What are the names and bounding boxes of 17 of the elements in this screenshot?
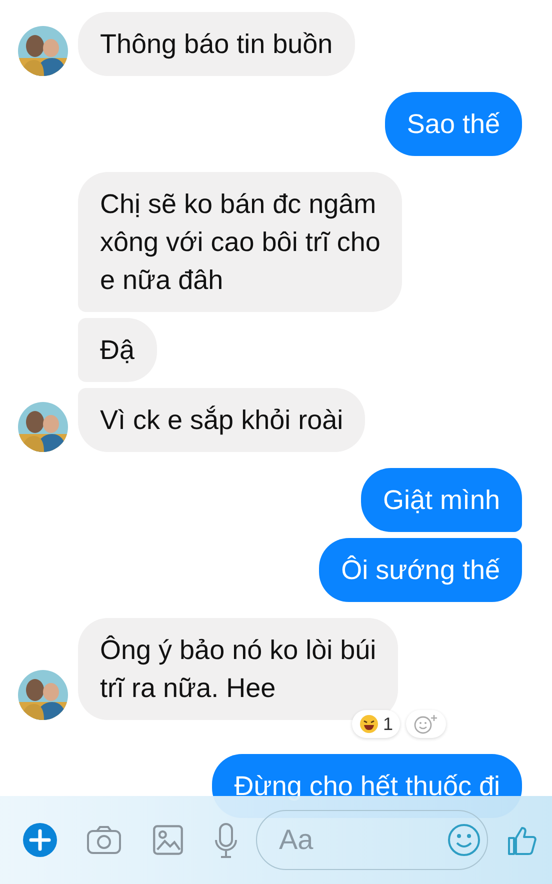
add-reaction-button[interactable] xyxy=(406,710,446,738)
camera-icon[interactable] xyxy=(86,824,122,856)
microphone-icon[interactable] xyxy=(214,822,238,858)
message-bubble: Chị sẽ ko bán đc ngâm xông với cao bôi trĩ cho e nữa đâh xyxy=(78,172,402,312)
smiley-icon[interactable] xyxy=(447,823,481,857)
message-bubble: Vì ck e sắp khỏi roài xyxy=(78,388,366,452)
message-bubble: Giật mình xyxy=(360,468,522,532)
message-bubble: Thông báo tin buồn xyxy=(78,12,355,76)
add-icon[interactable] xyxy=(22,822,58,858)
thumbs-up-icon[interactable] xyxy=(506,824,538,856)
message-bubble: Đậ xyxy=(78,318,157,382)
reaction-count[interactable]: 1 xyxy=(352,710,400,738)
laughing-face-icon xyxy=(358,714,379,734)
message-bubble: Sao thế xyxy=(384,92,522,156)
smiley-plus-icon xyxy=(413,714,439,734)
message-bubble: Ôi sướng thế xyxy=(319,538,522,602)
image-icon[interactable] xyxy=(150,824,186,856)
